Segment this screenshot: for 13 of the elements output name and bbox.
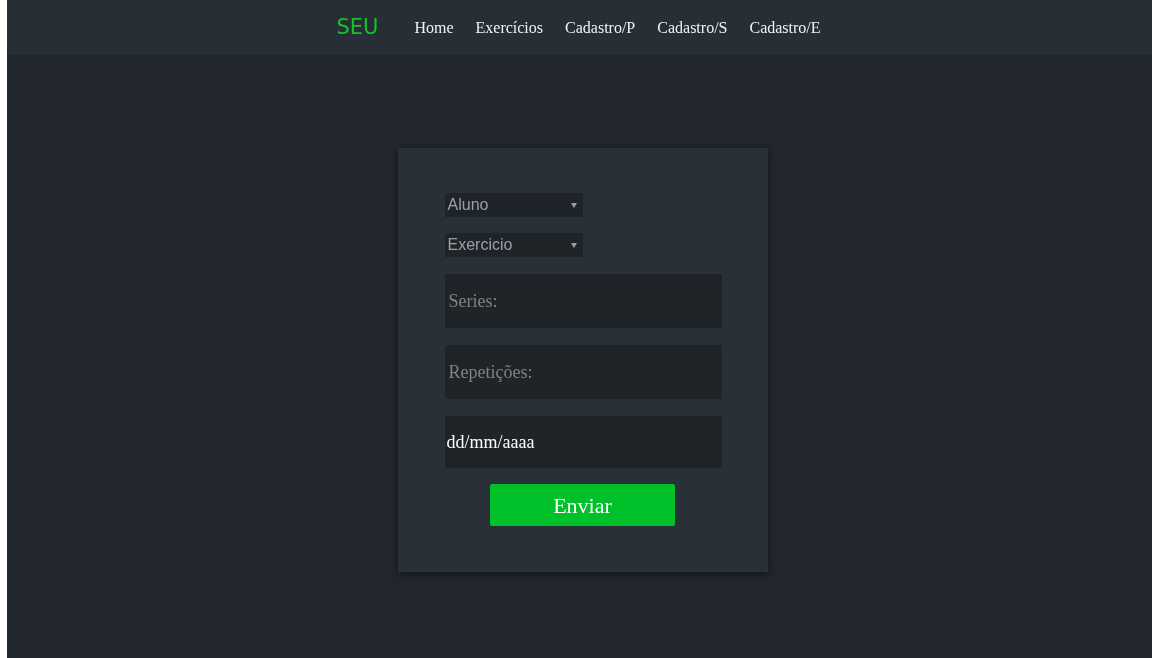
date-field[interactable]: dd/mm/aaaa bbox=[444, 416, 722, 468]
nav-link[interactable]: Cadastro/P bbox=[565, 15, 636, 40]
nav-link[interactable]: Exercícios bbox=[475, 15, 544, 40]
input-field[interactable]: Repetições: bbox=[444, 345, 722, 399]
dropdown[interactable]: Exercicio bbox=[444, 233, 583, 257]
caret-icon bbox=[570, 242, 577, 248]
input-field[interactable]: Series: bbox=[444, 274, 722, 328]
nav-link[interactable]: Cadastro/E bbox=[749, 15, 821, 40]
nav-link[interactable]: Home bbox=[414, 15, 454, 40]
dropdown[interactable]: Aluno bbox=[444, 193, 583, 217]
brand-logo[interactable]: SEU bbox=[336, 11, 379, 44]
caret-icon bbox=[570, 202, 577, 208]
nav-link[interactable]: Cadastro/S bbox=[657, 15, 728, 40]
